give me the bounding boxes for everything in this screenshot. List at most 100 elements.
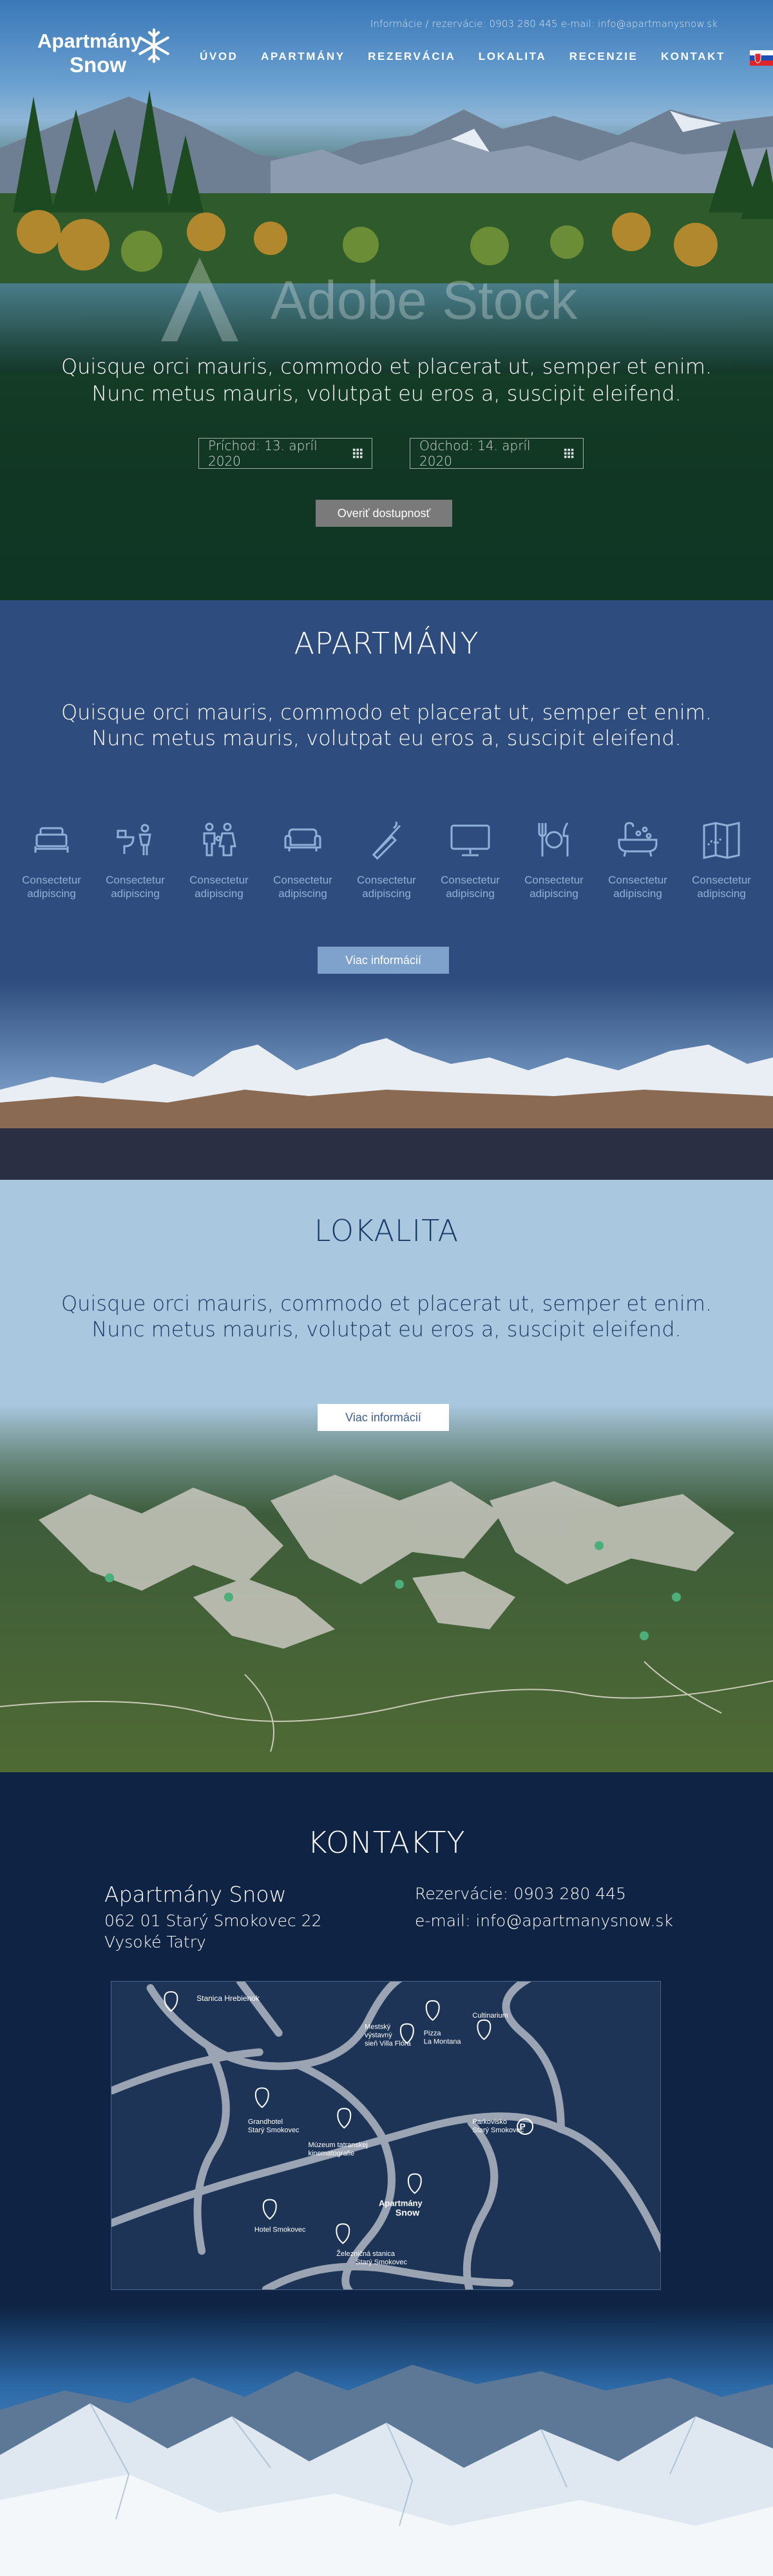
wc-icon <box>117 824 151 855</box>
feature-label-line2: adipiscing <box>27 887 76 900</box>
feature-label-line1: Consectetur <box>524 874 584 886</box>
feature-label-line2: adipiscing <box>362 887 411 900</box>
svg-text:kinematografie: kinematografie <box>309 2150 355 2157</box>
location-title: LOKALITA <box>314 1213 459 1248</box>
departure-date-value: Odchod: 14. apríl 2020 <box>419 438 531 469</box>
svg-text:Mestský: Mestský <box>365 2023 391 2031</box>
feature-label-line2: adipiscing <box>195 887 243 900</box>
location-more-button[interactable]: Viac informácií <box>318 1404 449 1431</box>
company-name: Apartmány Snow <box>104 1882 287 1907</box>
feature-label-line1: Consectetur <box>441 874 500 886</box>
feature-label-line2: adipiscing <box>530 887 578 900</box>
main-nav: ÚVOD APARTMÁNY REZERVÁCIA LOKALITA RECEN… <box>200 50 725 63</box>
svg-text:Starý Smokovec: Starý Smokovec <box>356 2259 407 2266</box>
svg-text:Starý Smokovec: Starý Smokovec <box>472 2126 524 2134</box>
feature-item: Consectetur adipiscing <box>682 819 761 900</box>
location-text: Quisque orci mauris, commodo et placerat… <box>0 1291 773 1342</box>
feature-item: Consectetur adipiscing <box>514 819 594 900</box>
svg-text:Parkovisko: Parkovisko <box>472 2118 507 2126</box>
feature-label-line2: adipiscing <box>613 887 662 900</box>
feature-label-line1: Consectetur <box>273 874 332 886</box>
svg-text:Adobe Stock: Adobe Stock <box>271 270 578 330</box>
feature-label-line2: adipiscing <box>697 887 746 900</box>
hero-text-line2: Nunc metus mauris, volutpat eu eros a, s… <box>91 381 682 406</box>
svg-text:Snow: Snow <box>396 2207 419 2217</box>
svg-text:Pizza: Pizza <box>424 2030 442 2038</box>
contacts-section: KONTAKTY Apartmány Snow 062 01 Starý Smo… <box>0 1772 773 2576</box>
feature-item: Consectetur adipiscing <box>430 819 510 900</box>
sofa-icon <box>284 828 321 851</box>
apartments-section: APARTMÁNY Quisque orci mauris, commodo e… <box>0 600 773 1180</box>
svg-text:Grandhotel: Grandhotel <box>248 2118 283 2126</box>
arrival-date-field[interactable]: Príchod: 13. apríl 2020 <box>198 438 372 469</box>
hero-text-line1: Quisque orci mauris, commodo et placerat… <box>61 354 712 379</box>
feature-item: Consectetur adipiscing <box>179 819 259 900</box>
location-text-line2: Nunc metus mauris, volutpat eu eros a, s… <box>91 1317 682 1341</box>
svg-text:La Montana: La Montana <box>424 2038 462 2046</box>
contact-email[interactable]: e-mail: info@apartmanysnow.sk <box>415 1911 673 1930</box>
street-map[interactable]: P Stanica Hrebienok Mestský výstavný sie… <box>111 1981 661 2290</box>
apartments-title: APARTMÁNY <box>294 626 479 661</box>
stock-watermark-image: Adobe Stock <box>161 258 578 341</box>
svg-text:Cultinarium: Cultinarium <box>472 2012 508 2020</box>
snowy-mountains-image <box>0 2307 773 2576</box>
snowflake-icon <box>138 28 169 63</box>
feature-item: Consectetur adipiscing <box>12 819 91 900</box>
mountains-panorama-image <box>0 980 773 1180</box>
address-line1: 062 01 Starý Smokovec 22 <box>104 1911 322 1930</box>
bathtub-icon <box>618 822 658 857</box>
feature-item: Consectetur adipiscing <box>598 819 678 900</box>
hero-text: Quisque orci mauris, commodo et placerat… <box>0 353 773 407</box>
nav-item-lokalita[interactable]: LOKALITA <box>479 50 546 63</box>
nav-item-kontakt[interactable]: KONTAKT <box>661 50 725 63</box>
feature-label-line2: adipiscing <box>111 887 160 900</box>
apartments-text-line1: Quisque orci mauris, commodo et placerat… <box>61 700 712 724</box>
hero-section: Informácie / rezervácie: 0903 280 445 e-… <box>0 0 773 600</box>
map-icon <box>703 822 740 859</box>
feature-label-line1: Consectetur <box>608 874 667 886</box>
feature-label-line1: Consectetur <box>106 874 165 886</box>
nav-item-rezervacia[interactable]: REZERVÁCIA <box>368 50 455 63</box>
svg-text:Apartmány: Apartmány <box>379 2199 423 2208</box>
svg-text:Starý Smokovec: Starý Smokovec <box>248 2126 300 2134</box>
departure-date-field[interactable]: Odchod: 14. apríl 2020 <box>410 438 584 469</box>
location-text-line1: Quisque orci mauris, commodo et placerat… <box>61 1291 712 1316</box>
apartments-text-line2: Nunc metus mauris, volutpat eu eros a, s… <box>91 726 682 750</box>
reservation-phone[interactable]: Rezervácie: 0903 280 445 <box>415 1884 626 1903</box>
location-section: LOKALITA Quisque orci mauris, commodo et… <box>0 1180 773 1772</box>
apartments-text: Quisque orci mauris, commodo et placerat… <box>0 699 773 751</box>
feature-label-line1: Consectetur <box>357 874 416 886</box>
svg-text:Železničná stanica: Železničná stanica <box>336 2249 396 2258</box>
contacts-title: KONTAKTY <box>307 1825 466 1860</box>
feature-label-line1: Consectetur <box>189 874 249 886</box>
feature-item: Consectetur adipiscing <box>347 819 426 900</box>
feature-list: Consectetur adipiscing Consectetur adipi… <box>12 819 761 900</box>
svg-text:Múzeum tatranskej: Múzeum tatranskej <box>309 2141 368 2149</box>
company-address: 062 01 Starý Smokovec 22 Vysoké Tatry <box>104 1910 322 1953</box>
logo-line2: Snow <box>70 53 126 77</box>
svg-text:výstavný: výstavný <box>365 2032 392 2040</box>
calendar-icon <box>352 448 363 459</box>
nav-item-recenzie[interactable]: RECENZIE <box>569 50 638 63</box>
feature-item: Consectetur adipiscing <box>95 819 175 900</box>
terrain-map-image <box>0 1404 773 1772</box>
feature-label-line2: adipiscing <box>278 887 327 900</box>
feature-label-line1: Consectetur <box>692 874 751 886</box>
nav-item-uvod[interactable]: ÚVOD <box>200 50 238 63</box>
arrival-date-value: Príchod: 13. apríl 2020 <box>208 438 318 469</box>
nav-item-apartmany[interactable]: APARTMÁNY <box>261 50 345 63</box>
restaurant-icon <box>538 822 569 857</box>
apartments-more-button[interactable]: Viac informácií <box>318 947 449 974</box>
feature-item: Consectetur adipiscing <box>263 819 343 900</box>
calendar-icon <box>564 448 574 459</box>
svg-text:Hotel Smokovec: Hotel Smokovec <box>254 2226 306 2233</box>
site-logo[interactable]: Apartmány Snow <box>37 26 179 90</box>
tv-icon <box>450 824 490 857</box>
feature-label-line1: Consectetur <box>22 874 81 886</box>
svg-text:Stanica Hrebienok: Stanica Hrebienok <box>196 1994 260 2003</box>
bed-icon <box>34 827 69 853</box>
logo-line1: Apartmány <box>37 30 142 52</box>
check-availability-button[interactable]: Overiť dostupnosť <box>316 500 452 527</box>
feature-label-line2: adipiscing <box>446 887 495 900</box>
sk-flag-icon[interactable] <box>750 50 773 66</box>
